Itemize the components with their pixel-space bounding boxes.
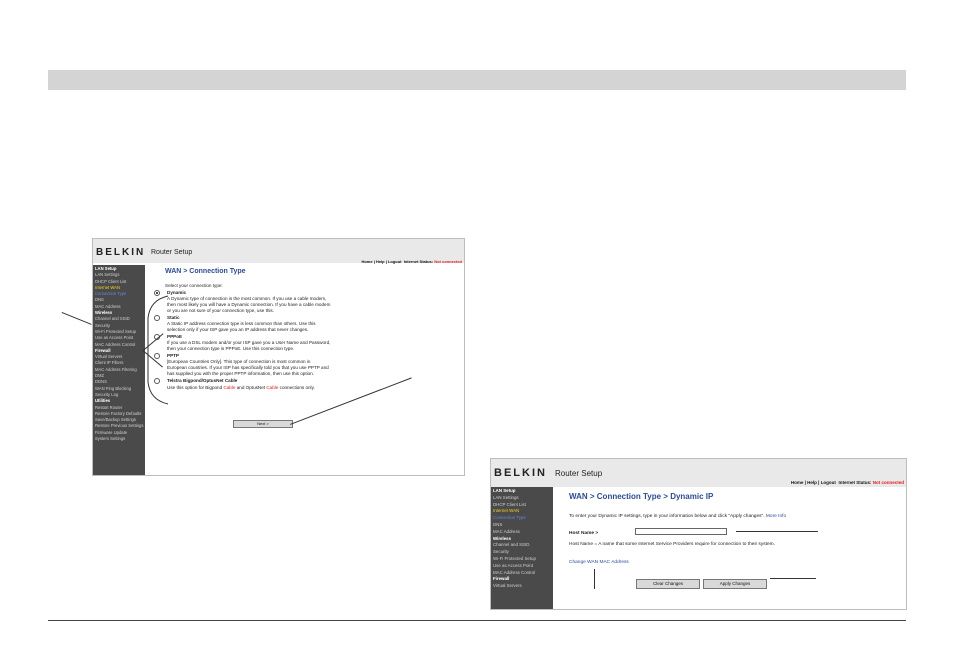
sidebar-item[interactable]: Connection Type <box>493 515 553 522</box>
connection-option: Dynamic A Dynamic type of connection is t… <box>151 290 460 314</box>
connection-option: Static A Static IP address connection typ… <box>151 315 460 333</box>
connection-option: PPPoE If you use a DSL modem and/or your … <box>151 334 460 352</box>
screenshot-connection-type: BELKIN Router Setup Home | Help | Logout… <box>92 238 465 476</box>
connection-option: PPTP [European Countries Only]. This type… <box>151 353 460 377</box>
option-description: has supplied you with the proper PPTP in… <box>167 371 315 376</box>
sidebar-item: LAN Setup <box>493 488 516 493</box>
radio-static[interactable] <box>154 315 160 321</box>
connection-prompt: Select your connection type: <box>165 283 223 288</box>
sidebar-item[interactable]: System Settings <box>95 436 145 442</box>
more-info-link[interactable]: More Info <box>766 514 786 519</box>
callout-line-sidebar <box>61 312 92 325</box>
radio-pptp[interactable] <box>154 353 160 359</box>
host-name-label: Host Name > <box>569 531 599 536</box>
page-title: WAN > Connection Type > Dynamic IP <box>569 492 714 501</box>
radio-dynamic[interactable] <box>154 290 160 296</box>
sidebar-item[interactable]: Internet WAN <box>493 508 553 515</box>
sidebar-item[interactable]: Use as Access Point <box>493 563 553 570</box>
option-description: or you are not sure of your connection t… <box>167 308 274 313</box>
option-description: then your connection type is PPPoE. Use … <box>167 346 295 351</box>
sidebar-item: Firewall <box>493 576 510 582</box>
next-button[interactable]: Next > <box>233 420 293 428</box>
internet-status-label: Internet Status: <box>403 259 434 264</box>
sidebar-item[interactable]: MAC Address <box>493 529 553 536</box>
sidebar-item[interactable]: LAN Settings <box>493 495 553 502</box>
sidebar-item: Wireless <box>493 535 512 541</box>
sidebar: LAN Setup LAN Settings DHCP Client List Int… <box>93 265 145 475</box>
app-title: Router Setup <box>151 249 193 256</box>
radio-telstra-bigpond-optusnet-cable[interactable] <box>154 378 160 384</box>
sidebar-item[interactable]: Channel and SSID <box>493 542 553 549</box>
callout-line-host <box>736 531 818 532</box>
top-nav: Home | Help | Logout Internet Status: No… <box>361 259 462 264</box>
page-title: WAN > Connection Type <box>165 268 246 275</box>
sidebar-item[interactable]: Restore Previous Settings <box>95 423 145 429</box>
screenshot-dynamic-ip: BELKIN Router Setup Home | Help | Logout… <box>490 458 907 610</box>
logout-link[interactable]: Logout <box>388 259 402 264</box>
main-content: WAN > Connection Type Select your connec… <box>151 265 460 391</box>
home-link[interactable]: Home <box>791 480 804 485</box>
clear-changes-button[interactable]: Clear Changes <box>636 579 700 589</box>
belkin-logo: BELKIN <box>494 467 547 479</box>
sidebar-item[interactable]: Virtual Servers <box>493 583 553 590</box>
callout-line-mac <box>594 569 595 589</box>
instructions: To enter your Dynamic IP settings, type … <box>569 514 787 519</box>
logout-link[interactable]: Logout <box>821 480 836 485</box>
internet-status-value: Not connected <box>872 480 904 485</box>
help-link[interactable]: Help <box>807 480 817 485</box>
internet-status-label: Internet Status: <box>838 480 872 485</box>
belkin-logo: BELKIN <box>96 247 146 258</box>
option-description: selection only if your ISP gave you an I… <box>167 327 309 332</box>
connection-options: Dynamic A Dynamic type of connection is t… <box>151 290 460 384</box>
change-mac-link[interactable]: Change WAN MAC Address <box>569 560 629 565</box>
sidebar-item[interactable]: Security <box>493 549 553 556</box>
app-title: Router Setup <box>555 469 603 478</box>
apply-changes-button[interactable]: Apply Changes <box>703 579 767 589</box>
home-link[interactable]: Home <box>361 259 372 264</box>
telstra-note: Use this option for Bigpond Cable and Op… <box>167 385 315 390</box>
top-nav: Home | Help | Logout Internet Status: No… <box>790 480 904 485</box>
connection-option: Telstra Bigpond/OptusNet Cable <box>151 378 460 384</box>
sidebar: LAN Setup LAN Settings DHCP Client List Int… <box>491 487 553 609</box>
host-name-note: Host Name = A name that some Internet Se… <box>569 542 775 547</box>
sidebar-item[interactable]: MAC Address Control <box>493 570 553 577</box>
help-link[interactable]: Help <box>376 259 385 264</box>
sidebar-item[interactable]: DHCP Client List <box>493 502 553 509</box>
option-name: Telstra Bigpond/OptusNet Cable <box>167 378 238 383</box>
sidebar-item[interactable]: DNS <box>493 522 553 529</box>
sidebar-item[interactable]: Wi-Fi Protected Setup <box>493 556 553 563</box>
callout-line-apply <box>770 578 816 579</box>
host-name-input[interactable] <box>635 528 727 535</box>
internet-status-value: Not connected <box>434 259 462 264</box>
footer-rule <box>48 620 906 621</box>
section-header-bar <box>48 70 906 90</box>
